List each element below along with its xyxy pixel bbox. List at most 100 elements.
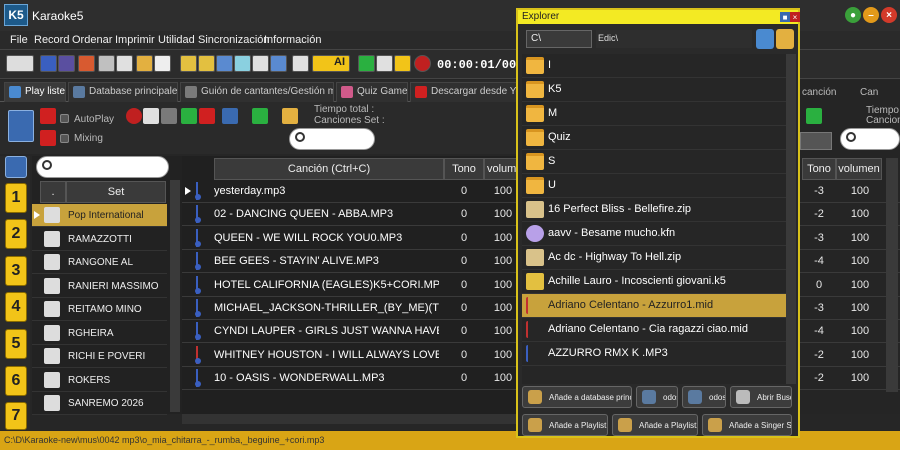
minimize-button[interactable]: – xyxy=(863,7,879,23)
file-row[interactable]: I xyxy=(522,54,786,78)
music-icon[interactable] xyxy=(40,55,57,72)
tool5-icon[interactable] xyxy=(270,55,287,72)
set-row[interactable]: RGHEIRA xyxy=(32,322,167,345)
file-row[interactable]: U xyxy=(522,174,786,198)
right-row[interactable]: -2 100 xyxy=(800,344,900,367)
open-search-button[interactable]: Abrir Busqued xyxy=(730,386,792,408)
song-row[interactable]: BEE GEES - STAYIN' ALIVE.MP3 0 100 xyxy=(182,250,520,274)
tab-database[interactable]: Database principales xyxy=(68,82,178,102)
explorer-close-icon[interactable]: × xyxy=(790,12,800,22)
folder-open-icon[interactable] xyxy=(776,29,794,49)
autoplay-checkbox[interactable] xyxy=(60,114,69,123)
right-row[interactable]: -2 100 xyxy=(800,367,900,391)
right-row[interactable]: -4 100 xyxy=(800,320,900,344)
folder-open-icon[interactable] xyxy=(282,108,298,124)
mixing-checkbox[interactable] xyxy=(60,134,69,143)
move-down-icon[interactable] xyxy=(40,130,56,146)
file-row[interactable]: Adriano Celentano - Azzurro1.mid xyxy=(522,294,786,318)
right-scrollbar[interactable] xyxy=(886,158,898,392)
tono-column-header[interactable]: Tono xyxy=(444,158,484,180)
song-horizontal-scrollbar[interactable] xyxy=(182,414,520,424)
tool4-icon[interactable] xyxy=(234,55,251,72)
song-row[interactable]: 10 - OASIS - WONDERWALL.MP3 0 100 xyxy=(182,367,520,391)
add-icon[interactable] xyxy=(181,108,197,124)
tool1-icon[interactable] xyxy=(180,55,197,72)
pause-icon[interactable] xyxy=(394,55,411,72)
song-row[interactable]: MICHAEL_JACKSON-THRILLER_(BY_ME)(T).MP 0 1… xyxy=(182,297,520,320)
right-row[interactable]: 0 100 xyxy=(800,274,900,297)
remove-icon[interactable] xyxy=(199,108,215,124)
ai-button[interactable]: AI xyxy=(312,55,350,72)
save-list-icon[interactable] xyxy=(222,108,238,124)
tool3-icon[interactable] xyxy=(216,55,233,72)
edit-icon[interactable] xyxy=(78,55,95,72)
singer-icon[interactable] xyxy=(5,156,27,178)
right-row[interactable]: -3 100 xyxy=(800,180,900,203)
todos-button-2[interactable]: odos O xyxy=(682,386,726,408)
tab-youtube[interactable]: Descargar desde Youtub xyxy=(410,82,518,102)
right-tab-label[interactable]: canción xyxy=(802,87,836,98)
folder-icon[interactable] xyxy=(136,55,153,72)
playlist-number[interactable]: 3 xyxy=(5,256,27,286)
song-column-header[interactable]: Canción (Ctrl+C) xyxy=(214,158,444,180)
file-row[interactable]: M xyxy=(522,102,786,126)
add-to-singer-schedule-button[interactable]: Añade a Singer Schedul xyxy=(702,414,792,436)
note-icon[interactable] xyxy=(58,55,75,72)
set-row[interactable]: REITAMO MINO xyxy=(32,298,167,321)
right-volumen-header[interactable]: volumen xyxy=(836,158,882,180)
set-row[interactable]: SANREMO 2026 xyxy=(32,392,167,415)
wand-icon[interactable] xyxy=(6,55,34,72)
file-row[interactable]: K5 xyxy=(522,78,786,102)
set-row[interactable]: RANGONE AL xyxy=(32,251,167,274)
song-row[interactable]: WHITNEY HOUSTON - I WILL ALWAYS LOVE YOU… xyxy=(182,344,520,367)
singer-avatar-icon[interactable] xyxy=(8,110,34,142)
set-header[interactable]: Set xyxy=(66,181,166,203)
list-icon[interactable] xyxy=(143,108,159,124)
stop-icon[interactable] xyxy=(376,55,393,72)
menu-sincronizacion[interactable]: Sincronización xyxy=(198,34,270,46)
add-to-playlist1-button[interactable]: Añade a Playlist1 xyxy=(522,414,608,436)
file-row[interactable]: 16 Perfect Bliss - Bellefire.zip xyxy=(522,198,786,222)
playlist-number[interactable]: 1 xyxy=(5,183,27,213)
play-icon[interactable] xyxy=(358,55,375,72)
playlist-number[interactable]: 2 xyxy=(5,219,27,249)
explorer-scrollbar[interactable] xyxy=(786,54,796,384)
playlist-number[interactable]: 5 xyxy=(5,329,27,359)
playlist-number[interactable]: 4 xyxy=(5,292,27,322)
path-field[interactable]: Edic\ xyxy=(596,30,752,48)
explorer-minimize-icon[interactable]: ■ xyxy=(780,12,790,22)
set-search-input[interactable] xyxy=(36,156,169,178)
menu-imprimir[interactable]: Imprimir xyxy=(115,34,155,46)
move-up-icon[interactable] xyxy=(40,108,56,124)
set-row[interactable]: Pop International xyxy=(32,204,167,227)
right-search-input[interactable] xyxy=(840,128,900,150)
add-to-playlist2-button[interactable]: Añade a Playlist2 xyxy=(612,414,698,436)
menu-informacion[interactable]: Información xyxy=(264,34,321,46)
playlist-number[interactable]: 7 xyxy=(5,402,27,430)
set-row[interactable]: RAMAZZOTTI xyxy=(32,228,167,251)
song-row[interactable]: QUEEN - WE WILL ROCK YOU0.MP3 0 100 xyxy=(182,227,520,250)
menu-file[interactable]: File xyxy=(10,34,28,46)
song-row[interactable]: yesterday.mp3 0 100 xyxy=(182,180,520,203)
pin-icon[interactable]: ● xyxy=(845,7,861,23)
song-row[interactable]: CYNDI LAUPER - GIRLS JUST WANNA HAVE FU 0… xyxy=(182,320,520,344)
add-to-database-button[interactable]: Añade a database principales xyxy=(522,386,632,408)
right-play-icon[interactable] xyxy=(806,108,822,124)
right-dropdown[interactable] xyxy=(800,132,832,150)
tab-play-liste[interactable]: Play liste xyxy=(4,82,66,102)
file-row[interactable]: Achille Lauro - Incoscienti giovani.k5 xyxy=(522,270,786,294)
file-row[interactable]: Ac dc - Highway To Hell.zip xyxy=(522,246,786,270)
navigate-icon[interactable] xyxy=(756,29,774,49)
dice-icon[interactable] xyxy=(116,55,133,72)
right-tono-header[interactable]: Tono xyxy=(802,158,836,180)
set-dot-header[interactable]: . xyxy=(40,181,66,203)
playlist-search-input[interactable] xyxy=(289,128,375,150)
todos-button-1[interactable]: odos o xyxy=(636,386,678,408)
set-row[interactable]: RICHI E POVERI xyxy=(32,345,167,368)
song-row[interactable]: 02 - DANCING QUEEN - ABBA.MP3 0 100 xyxy=(182,203,520,227)
right-tab-label-2[interactable]: Can xyxy=(860,87,878,98)
file-row[interactable]: Quiz xyxy=(522,126,786,150)
tool2-icon[interactable] xyxy=(198,55,215,72)
song-row[interactable]: HOTEL CALIFORNIA (EAGLES)K5+CORI.MP3 0 100 xyxy=(182,274,520,297)
save-icon[interactable] xyxy=(154,55,171,72)
